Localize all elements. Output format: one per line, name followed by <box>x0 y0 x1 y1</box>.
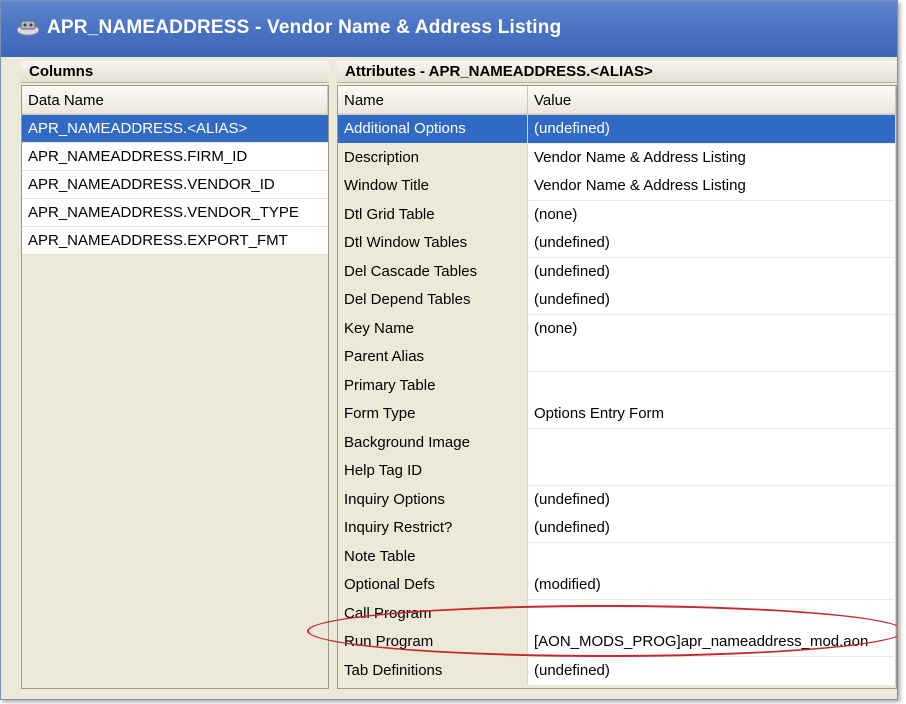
attribute-value[interactable]: Options Entry Form <box>528 400 896 428</box>
window-title: APR_NAMEADDRESS - Vendor Name & Address … <box>47 17 562 38</box>
attribute-name: Inquiry Options <box>338 485 528 514</box>
attribute-name: Additional Options <box>338 115 528 143</box>
attribute-row[interactable]: Inquiry Options (undefined) <box>338 485 896 514</box>
attribute-row[interactable]: Key Name (none) <box>338 314 896 343</box>
attribute-name: Run Program <box>338 628 528 656</box>
attribute-name: Optional Defs <box>338 571 528 599</box>
attribute-name: Key Name <box>338 314 528 343</box>
attribute-name: Form Type <box>338 400 528 428</box>
attribute-row[interactable]: Call Program <box>338 599 896 628</box>
attribute-name: Del Cascade Tables <box>338 257 528 286</box>
attribute-name: Background Image <box>338 428 528 457</box>
title-bar[interactable]: APR_NAMEADDRESS - Vendor Name & Address … <box>1 1 897 57</box>
attribute-row[interactable]: Background Image <box>338 428 896 457</box>
attribute-name: Help Tag ID <box>338 457 528 485</box>
attribute-value[interactable]: (undefined) <box>528 514 896 542</box>
attribute-value[interactable] <box>528 343 896 371</box>
attribute-row[interactable]: Window Title Vendor Name & Address Listin… <box>338 172 896 200</box>
attribute-value[interactable]: (modified) <box>528 571 896 599</box>
attribute-name: Note Table <box>338 542 528 571</box>
attribute-value[interactable] <box>528 599 896 628</box>
attribute-name: Window Title <box>338 172 528 200</box>
attribute-row[interactable]: Del Depend Tables (undefined) <box>338 286 896 314</box>
attribute-row[interactable]: Tab Definitions (undefined) <box>338 656 896 685</box>
attribute-value[interactable]: Vendor Name & Address Listing <box>528 172 896 200</box>
columns-pane-header: Columns <box>21 61 329 83</box>
attribute-row[interactable]: Dtl Window Tables (undefined) <box>338 229 896 257</box>
attribute-value[interactable]: (undefined) <box>528 485 896 514</box>
attribute-name: Call Program <box>338 599 528 628</box>
column-list-item[interactable]: APR_NAMEADDRESS.<ALIAS> <box>22 115 328 143</box>
app-icon <box>16 20 40 36</box>
attribute-name: Dtl Window Tables <box>338 229 528 257</box>
attribute-value[interactable]: Vendor Name & Address Listing <box>528 143 896 172</box>
attribute-row[interactable]: Additional Options (undefined) <box>338 115 896 143</box>
attribute-name: Primary Table <box>338 371 528 400</box>
attribute-row[interactable]: Description Vendor Name & Address Listing <box>338 143 896 172</box>
attribute-value[interactable]: (none) <box>528 314 896 343</box>
column-list-item[interactable]: APR_NAMEADDRESS.FIRM_ID <box>22 143 328 171</box>
attribute-value[interactable] <box>528 428 896 457</box>
attribute-row[interactable]: Help Tag ID <box>338 457 896 485</box>
attribute-row[interactable]: Optional Defs (modified) <box>338 571 896 599</box>
data-name-column-header[interactable]: Data Name <box>22 86 328 115</box>
attribute-name: Inquiry Restrict? <box>338 514 528 542</box>
attribute-row[interactable]: Dtl Grid Table (none) <box>338 200 896 229</box>
attribute-value[interactable]: (none) <box>528 200 896 229</box>
name-column-header[interactable]: Name <box>338 86 528 115</box>
attribute-name: Tab Definitions <box>338 656 528 685</box>
attribute-value[interactable]: (undefined) <box>528 229 896 257</box>
value-column-header[interactable]: Value <box>528 86 896 115</box>
attribute-name: Dtl Grid Table <box>338 200 528 229</box>
column-list-item[interactable]: APR_NAMEADDRESS.VENDOR_TYPE <box>22 199 328 227</box>
attributes-pane-header: Attributes - APR_NAMEADDRESS.<ALIAS> <box>337 61 897 83</box>
attribute-row[interactable]: Run Program [AON_MODS_PROG]apr_nameaddres… <box>338 628 896 656</box>
attribute-value[interactable]: (undefined) <box>528 656 896 685</box>
attribute-name: Parent Alias <box>338 343 528 371</box>
main-window: APR_NAMEADDRESS - Vendor Name & Address … <box>0 0 898 700</box>
attribute-value[interactable] <box>528 457 896 485</box>
attribute-row[interactable]: Primary Table <box>338 371 896 400</box>
attribute-row[interactable]: Note Table <box>338 542 896 571</box>
attribute-value[interactable] <box>528 371 896 400</box>
attributes-pane: Name Value Additional Options (undefined)… <box>337 85 897 689</box>
attribute-value[interactable]: (undefined) <box>528 286 896 314</box>
attribute-value[interactable] <box>528 542 896 571</box>
attribute-value[interactable]: (undefined) <box>528 115 896 143</box>
attribute-value[interactable]: (undefined) <box>528 257 896 286</box>
attribute-row[interactable]: Del Cascade Tables (undefined) <box>338 257 896 286</box>
attribute-name: Description <box>338 143 528 172</box>
attribute-value[interactable]: [AON_MODS_PROG]apr_nameaddress_mod.aon <box>528 628 896 656</box>
attribute-row[interactable]: Form Type Options Entry Form <box>338 400 896 428</box>
column-list-item[interactable]: APR_NAMEADDRESS.VENDOR_ID <box>22 171 328 199</box>
attribute-row[interactable]: Inquiry Restrict? (undefined) <box>338 514 896 542</box>
column-list-item[interactable]: APR_NAMEADDRESS.EXPORT_FMT <box>22 227 328 255</box>
columns-pane: Data Name APR_NAMEADDRESS.<ALIAS> APR_NAM… <box>21 85 329 689</box>
attribute-name: Del Depend Tables <box>338 286 528 314</box>
attribute-row[interactable]: Parent Alias <box>338 343 896 371</box>
